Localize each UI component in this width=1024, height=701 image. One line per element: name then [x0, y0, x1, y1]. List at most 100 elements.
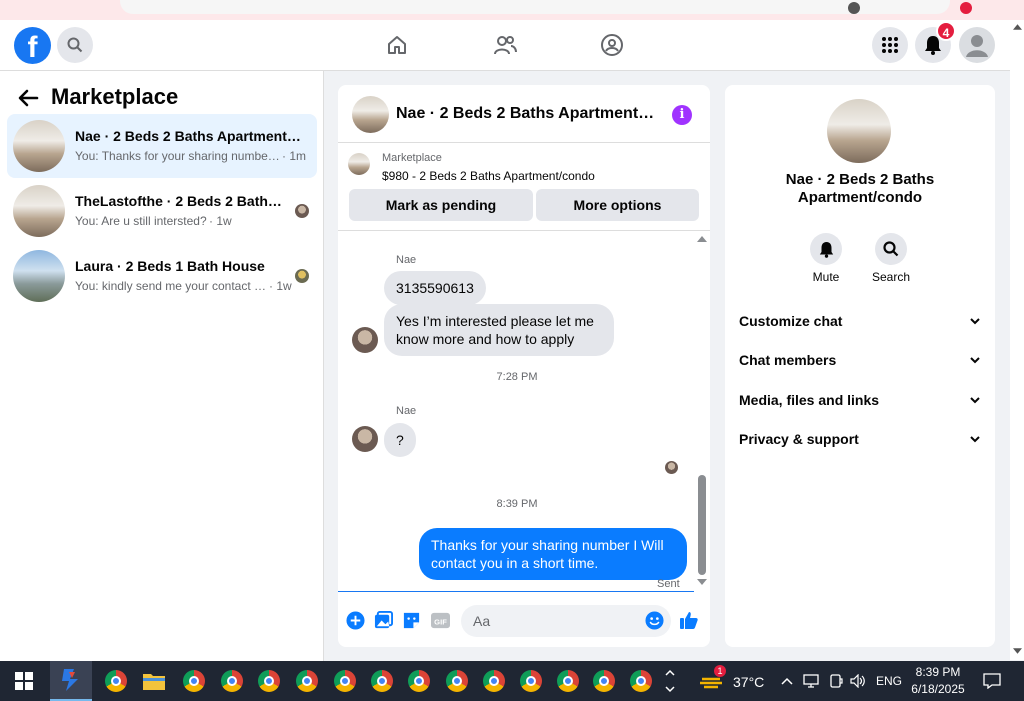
avatar-icon	[966, 35, 988, 57]
taskbar-chrome[interactable]	[255, 667, 283, 695]
message-bubble[interactable]: Yes I’m interested please let me know mo…	[384, 304, 614, 356]
nav-home[interactable]	[384, 32, 410, 58]
sender-avatar[interactable]	[352, 426, 378, 452]
taskbar-chrome[interactable]	[554, 667, 582, 695]
conversation-item[interactable]: Laura · 2 Beds 1 Bath House You: kindly …	[7, 244, 317, 308]
sender-avatar[interactable]	[352, 327, 378, 353]
my-message-bubble[interactable]: Thanks for your sharing number I Will co…	[419, 528, 687, 580]
message-bubble[interactable]: 3135590613	[384, 271, 486, 305]
section-privacy-support[interactable]: Privacy & support	[739, 427, 981, 451]
profile-icon[interactable]	[960, 2, 972, 14]
nav-friends[interactable]	[492, 32, 518, 58]
taskbar-chrome-messenger[interactable]	[102, 667, 130, 695]
account-button[interactable]	[959, 27, 995, 63]
chrome-icon	[296, 670, 318, 692]
nav-groups[interactable]	[599, 32, 625, 58]
taskbar-chrome[interactable]	[627, 667, 655, 695]
more-actions-button[interactable]	[345, 610, 365, 630]
info-icon[interactable]: i	[672, 105, 692, 125]
taskbar-app-active[interactable]	[50, 661, 92, 701]
scroll-down-icon[interactable]	[1013, 648, 1022, 654]
sender-name: Nae	[396, 405, 417, 417]
message-input[interactable]	[461, 605, 671, 637]
taskbar-chrome[interactable]	[218, 667, 246, 695]
taskbar-chrome[interactable]	[180, 667, 208, 695]
taskbar-chrome[interactable]	[368, 667, 396, 695]
taskbar-chrome[interactable]	[480, 667, 508, 695]
section-label: Privacy & support	[739, 431, 859, 447]
facebook-logo[interactable]: f	[14, 27, 51, 64]
more-options-button[interactable]: More options	[536, 189, 699, 221]
avatar[interactable]	[827, 99, 891, 163]
address-bar[interactable]	[120, 0, 950, 14]
search-label: Search	[871, 270, 911, 284]
device-tray[interactable]	[825, 667, 847, 695]
like-button[interactable]	[679, 610, 699, 630]
home-icon	[388, 36, 406, 54]
taskbar-file-explorer[interactable]	[140, 667, 168, 695]
gif-button[interactable]: GIF	[430, 610, 450, 630]
language-indicator[interactable]: ENG	[876, 674, 902, 688]
back-arrow-icon[interactable]	[17, 87, 39, 109]
search-conversation-button[interactable]: Search	[861, 233, 921, 284]
chrome-icon	[183, 670, 205, 692]
scroll-down-icon[interactable]	[697, 579, 707, 585]
mute-button[interactable]: Mute	[796, 233, 856, 284]
chrome-icon	[334, 670, 356, 692]
clock-time[interactable]: 8:39 PM	[912, 665, 964, 679]
marketplace-panel: Marketplace Nae · 2 Beds 2 Baths Apartme…	[0, 71, 324, 661]
avatar[interactable]	[352, 96, 389, 133]
network-tray[interactable]	[800, 667, 822, 695]
start-button[interactable]	[10, 667, 38, 695]
taskbar-chrome[interactable]	[517, 667, 545, 695]
sticker-button[interactable]	[401, 610, 421, 630]
search-icon	[67, 37, 83, 53]
temperature[interactable]: 37°C	[733, 674, 764, 690]
scroll-thumb[interactable]	[698, 475, 706, 575]
menu-button[interactable]	[872, 27, 908, 63]
clock-date[interactable]: 6/18/2025	[908, 682, 968, 696]
conversation-snippet: You: Thanks for your sharing number I Wi…	[75, 149, 281, 163]
taskbar-overflow[interactable]	[660, 667, 680, 695]
section-media-files-links[interactable]: Media, files and links	[739, 388, 981, 412]
show-hidden-icons[interactable]	[777, 667, 797, 695]
message-bubble[interactable]: ?	[384, 423, 416, 457]
chat-header: Nae · 2 Beds 2 Baths Apartment/condo i	[338, 85, 710, 143]
photo-icon	[374, 610, 393, 628]
chrome-icon	[221, 670, 243, 692]
listing-thumbnail[interactable]	[348, 153, 370, 175]
extension-icon[interactable]	[848, 2, 860, 14]
section-customize-chat[interactable]: Customize chat	[739, 309, 981, 333]
attach-photo-button[interactable]	[373, 610, 393, 630]
search-icon	[883, 241, 899, 257]
avatar	[13, 120, 65, 172]
chat-title[interactable]: Nae · 2 Beds 2 Baths Apartment/condo	[396, 105, 658, 123]
volume-tray[interactable]	[847, 667, 869, 695]
conversation-name: Nae · 2 Beds 2 Baths Apartment/condo	[75, 128, 301, 144]
avatar	[13, 185, 65, 237]
mark-pending-button[interactable]: Mark as pending	[349, 189, 533, 221]
sender-name: Nae	[396, 254, 417, 266]
taskbar-chrome[interactable]	[293, 667, 321, 695]
conversation-item[interactable]: TheLastofthe · 2 Beds 2 Baths Apartment/…	[7, 179, 317, 243]
emoji-button[interactable]	[644, 610, 664, 630]
app-icon	[62, 669, 78, 691]
chrome-icon	[408, 670, 430, 692]
chrome-icon	[483, 670, 505, 692]
taskbar-chrome[interactable]	[331, 667, 359, 695]
emoji-icon	[644, 610, 664, 630]
taskbar-chrome[interactable]	[590, 667, 618, 695]
scroll-up-icon[interactable]	[697, 236, 707, 242]
scroll-up-icon[interactable]	[1013, 24, 1022, 30]
action-center-button[interactable]	[978, 667, 1006, 695]
message-status: Sent	[657, 578, 680, 590]
listing-source: Marketplace	[382, 152, 442, 164]
page-scrollbar[interactable]	[1010, 20, 1024, 660]
search-button[interactable]	[57, 27, 93, 63]
conversation-item[interactable]: Nae · 2 Beds 2 Baths Apartment/condo You…	[7, 114, 317, 178]
taskbar-chrome[interactable]	[405, 667, 433, 695]
listing-price[interactable]: $980 - 2 Beds 2 Baths Apartment/condo	[382, 169, 595, 183]
chrome-icon	[630, 670, 652, 692]
section-chat-members[interactable]: Chat members	[739, 348, 981, 372]
taskbar-chrome[interactable]	[443, 667, 471, 695]
